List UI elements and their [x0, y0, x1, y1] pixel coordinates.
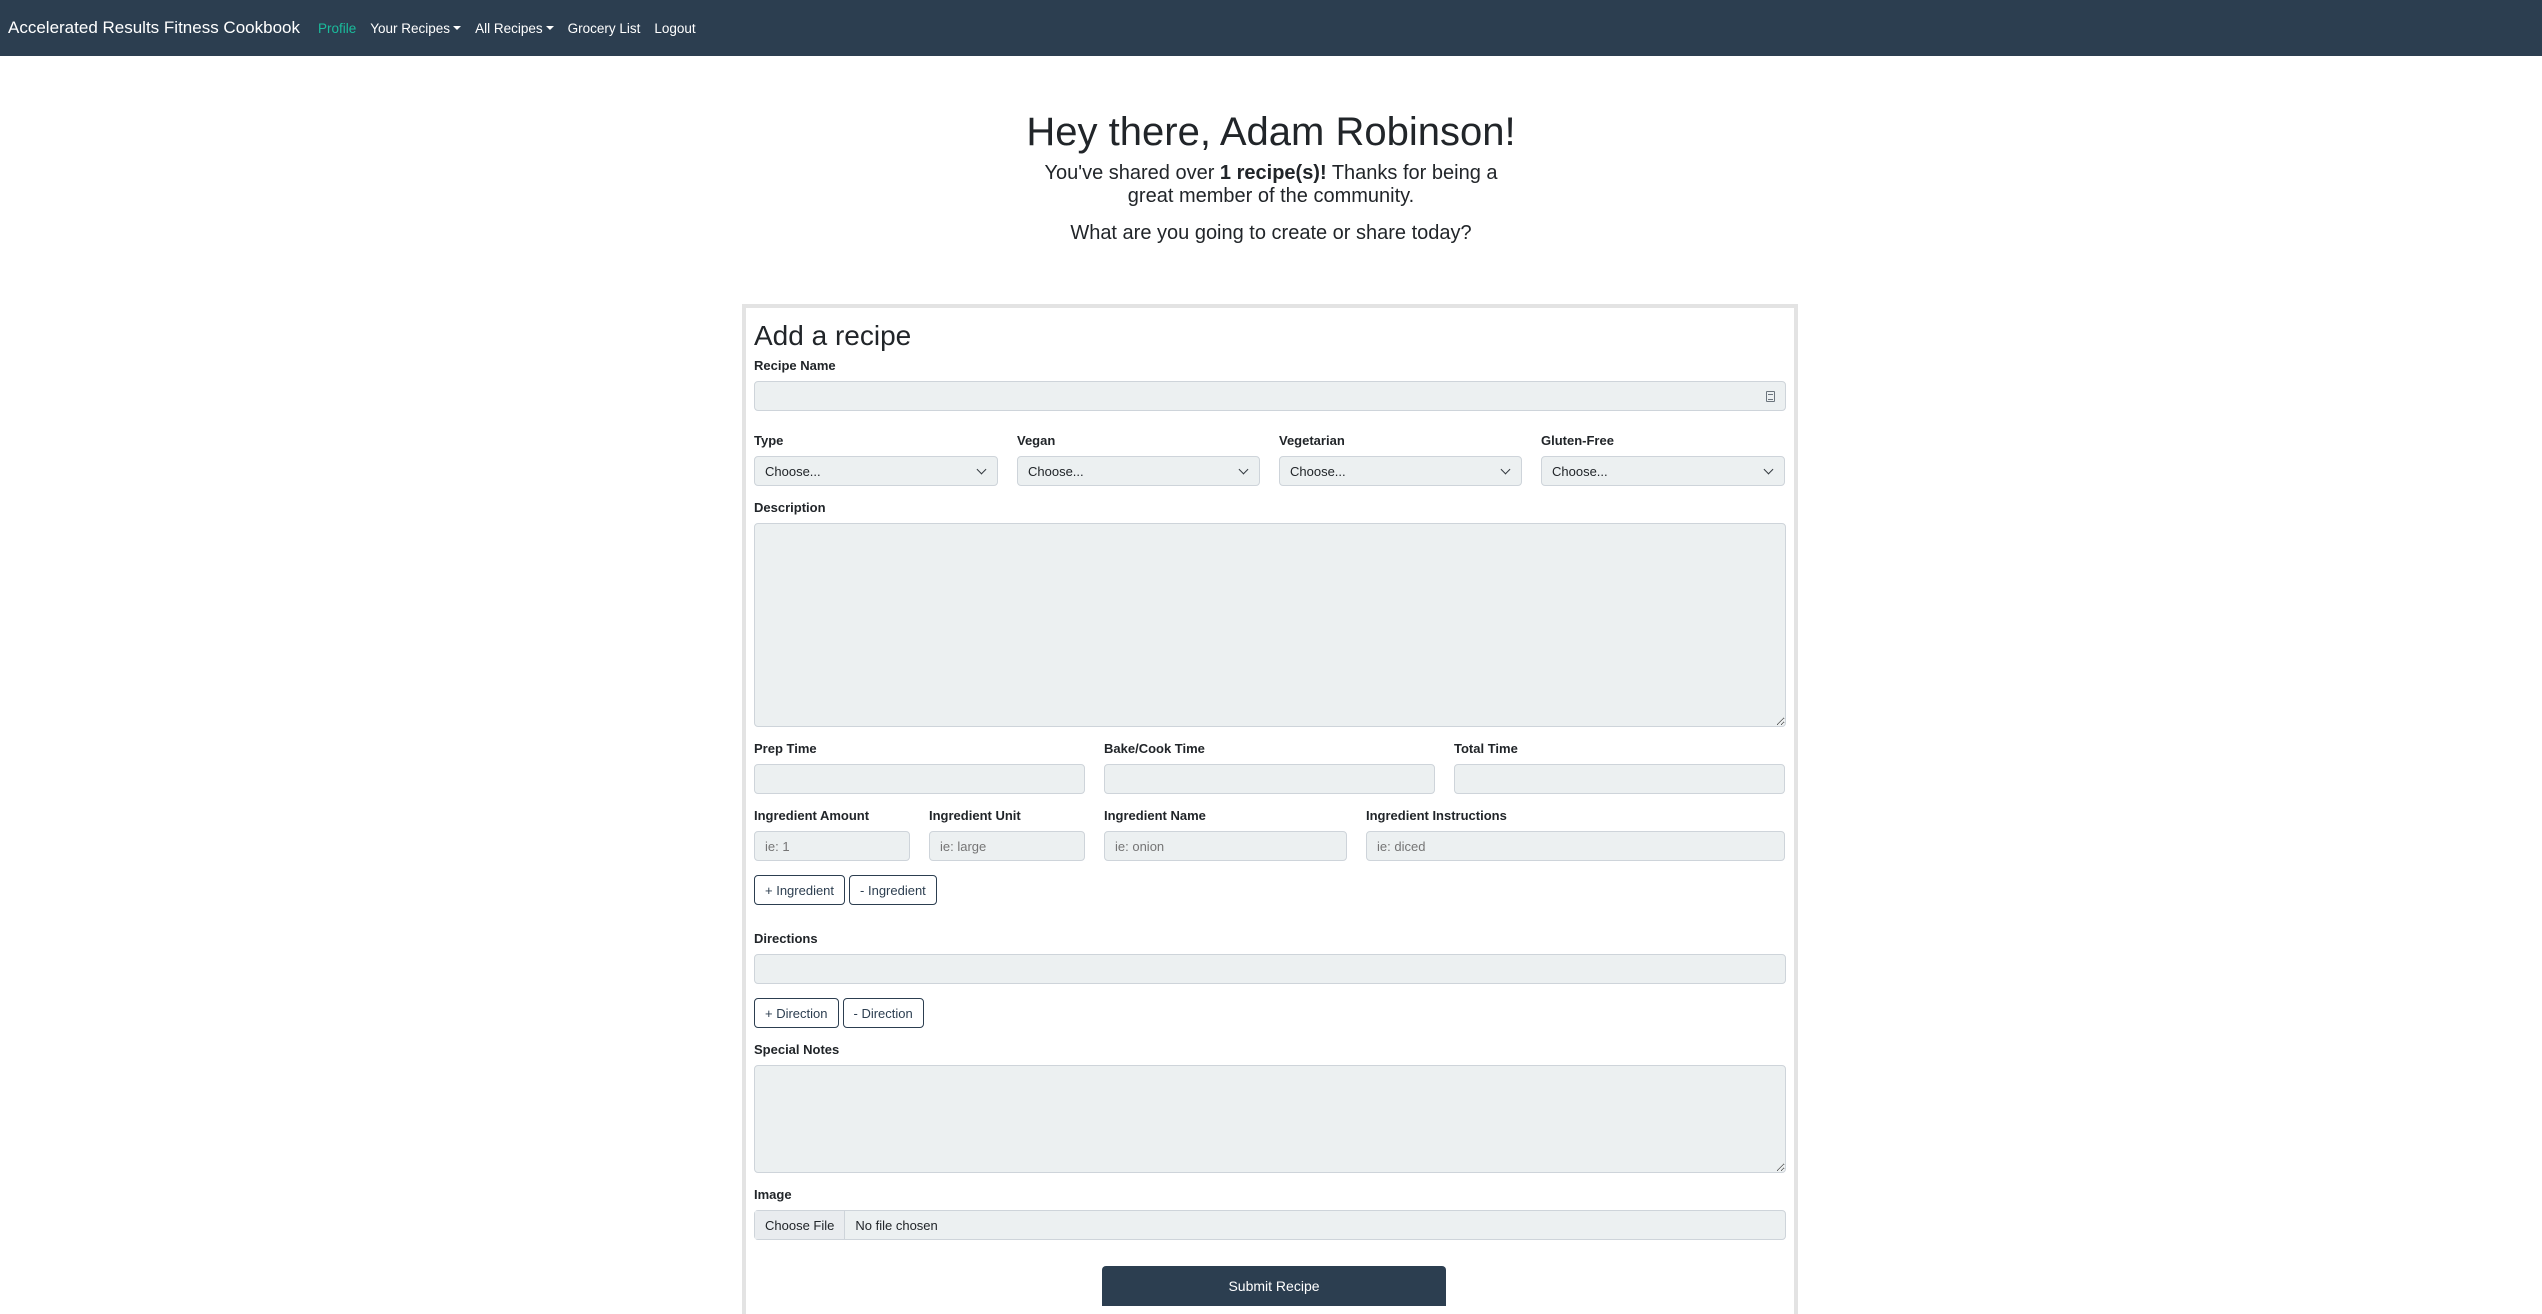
prep-time-label: Prep Time: [754, 741, 817, 756]
direction-input[interactable]: [754, 954, 1786, 984]
create-question: What are you going to create or share to…: [1070, 222, 1472, 244]
gluten-free-select-value: Choose...: [1552, 463, 1608, 479]
greeting-title: Hey there, Adam Robinson!: [1026, 110, 1516, 154]
vegan-select-value: Choose...: [1028, 463, 1084, 479]
total-time-input[interactable]: [1454, 764, 1785, 794]
description-label: Description: [754, 500, 826, 515]
recipe-name-input[interactable]: [754, 381, 1786, 411]
chevron-down-icon: [1238, 464, 1249, 474]
special-notes-label: Special Notes: [754, 1042, 840, 1057]
ingredient-amount-label: Ingredient Amount: [754, 808, 870, 823]
vegetarian-select-value: Choose...: [1290, 463, 1346, 479]
nav-profile[interactable]: Profile: [318, 21, 356, 36]
remove-ingredient-button[interactable]: - Ingredient: [849, 875, 937, 905]
caret-down-icon: [545, 26, 554, 30]
add-recipe-form: Add a recipe Recipe Name Type Choose... …: [742, 304, 1798, 1314]
shared-count: 1 recipe(s)!: [1219, 162, 1327, 184]
nav-all-recipes-dropdown[interactable]: All Recipes: [475, 21, 554, 36]
nav-your-recipes-label: Your Recipes: [370, 20, 451, 36]
chevron-down-icon: [1763, 464, 1774, 474]
gluten-free-select[interactable]: Choose...: [1541, 456, 1785, 486]
type-select[interactable]: Choose...: [754, 456, 998, 486]
ingredient-name-label: Ingredient Name: [1104, 808, 1206, 823]
nav-your-recipes-dropdown[interactable]: Your Recipes: [370, 20, 462, 36]
add-ingredient-button[interactable]: + Ingredient: [754, 875, 846, 905]
ingredient-instructions-label: Ingredient Instructions: [1366, 808, 1507, 823]
ingredient-instructions-input[interactable]: [1366, 831, 1785, 861]
description-textarea[interactable]: [754, 523, 1786, 727]
recipe-name-label: Recipe Name: [754, 358, 836, 373]
caret-down-icon: [453, 26, 462, 30]
type-label: Type: [754, 433, 784, 448]
special-notes-textarea[interactable]: [754, 1065, 1786, 1173]
shared-count-message: You've shared over 1 recipe(s)! Thanks f…: [1031, 162, 1511, 208]
nav-grocery-list[interactable]: Grocery List: [568, 21, 641, 36]
nav-profile-label: Profile: [317, 20, 357, 36]
autofill-icon[interactable]: [1766, 390, 1775, 402]
vegetarian-label: Vegetarian: [1279, 433, 1345, 448]
nav-logout-label: Logout: [654, 20, 696, 36]
choose-file-button[interactable]: Choose File: [755, 1211, 846, 1239]
add-direction-button[interactable]: + Direction: [754, 998, 839, 1028]
type-select-value: Choose...: [765, 463, 821, 479]
remove-direction-button[interactable]: - Direction: [842, 998, 924, 1028]
top-navbar: Accelerated Results Fitness Cookbook Pro…: [0, 0, 2542, 56]
form-heading: Add a recipe: [754, 320, 912, 351]
ingredient-name-input[interactable]: [1104, 831, 1347, 861]
image-label: Image: [754, 1187, 792, 1202]
vegan-select[interactable]: Choose...: [1017, 456, 1260, 486]
brand-link[interactable]: Accelerated Results Fitness Cookbook: [8, 18, 300, 38]
total-time-label: Total Time: [1454, 741, 1518, 756]
nav-logout[interactable]: Logout: [654, 21, 695, 36]
nav-all-recipes-label: All Recipes: [475, 20, 543, 36]
submit-recipe-button[interactable]: Submit Recipe: [1102, 1266, 1446, 1306]
shared-prefix: You've shared over: [1044, 162, 1220, 184]
vegan-label: Vegan: [1017, 433, 1056, 448]
nav-grocery-list-label: Grocery List: [567, 20, 641, 36]
ingredient-unit-input[interactable]: [929, 831, 1085, 861]
directions-label: Directions: [754, 931, 818, 946]
file-status: No file chosen: [855, 1217, 938, 1233]
prep-time-input[interactable]: [754, 764, 1085, 794]
ingredient-unit-label: Ingredient Unit: [929, 808, 1021, 823]
greeting-section: Hey there, Adam Robinson! You've shared …: [0, 108, 2542, 245]
gluten-free-label: Gluten-Free: [1541, 433, 1614, 448]
cook-time-input[interactable]: [1104, 764, 1435, 794]
cook-time-label: Bake/Cook Time: [1104, 741, 1205, 756]
image-file-input[interactable]: Choose File No file chosen: [754, 1210, 1786, 1240]
ingredient-amount-input[interactable]: [754, 831, 910, 861]
chevron-down-icon: [976, 464, 987, 474]
vegetarian-select[interactable]: Choose...: [1279, 456, 1522, 486]
chevron-down-icon: [1500, 464, 1511, 474]
